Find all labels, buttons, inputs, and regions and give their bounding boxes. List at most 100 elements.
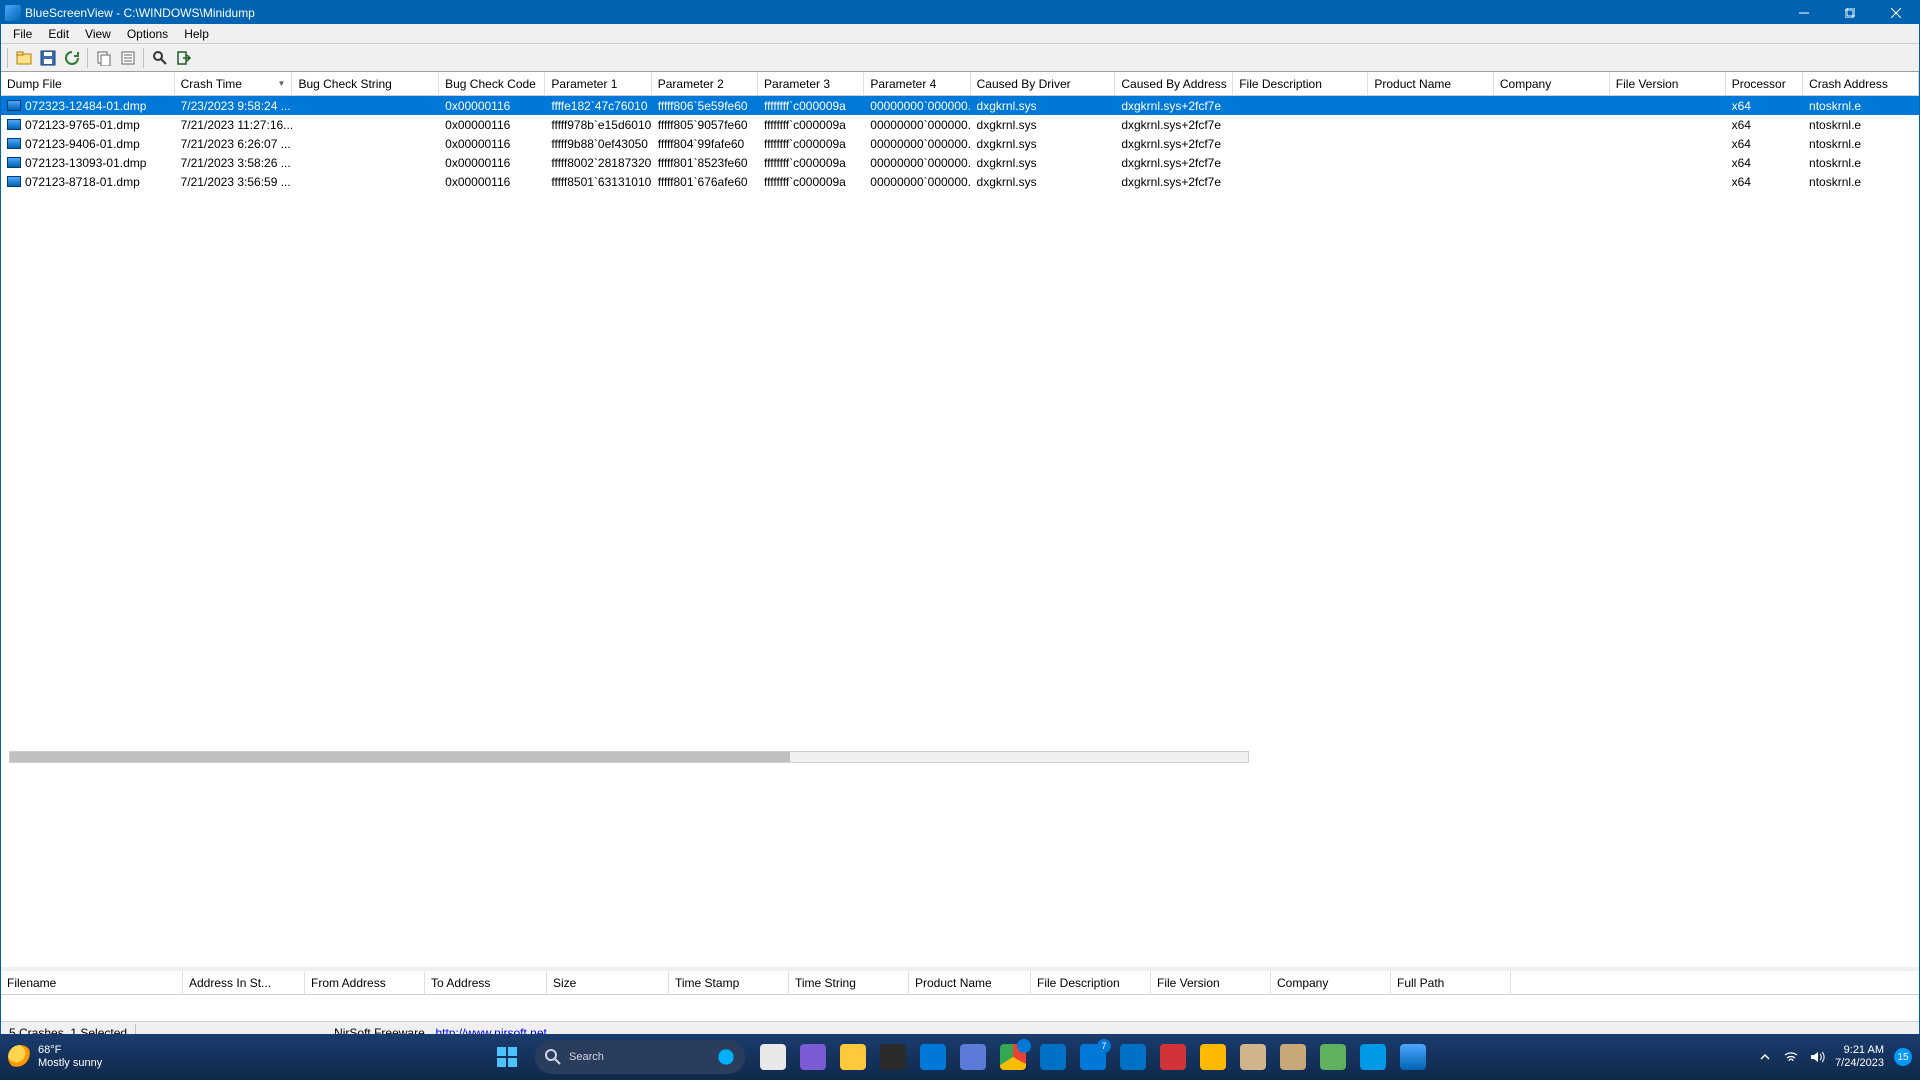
dump-file-icon <box>7 176 21 187</box>
table-row[interactable]: 072123-13093-01.dmp7/21/2023 3:58:26 ...… <box>1 153 1919 172</box>
upper-list-pane[interactable]: Dump FileCrash Time▼Bug Check StringBug … <box>1 72 1919 967</box>
column-header[interactable]: Product Name <box>909 971 1031 994</box>
copy-button[interactable] <box>93 47 115 69</box>
column-header[interactable]: Product Name <box>1368 72 1494 95</box>
table-cell: ntoskrnl.e <box>1803 175 1919 189</box>
taskbar-app-green[interactable] <box>1313 1037 1353 1077</box>
taskbar-app-yellow[interactable] <box>1193 1037 1233 1077</box>
taskbar-calculator[interactable] <box>913 1037 953 1077</box>
toolbar-sep3 <box>143 48 145 68</box>
taskbar-task-view[interactable] <box>753 1037 793 1077</box>
title-bar[interactable]: BlueScreenView - C:\WINDOWS\Minidump <box>1 1 1919 24</box>
column-header[interactable]: Caused By Address <box>1115 72 1233 95</box>
weather-desc: Mostly sunny <box>38 1057 102 1070</box>
horizontal-scrollbar[interactable] <box>9 751 1249 763</box>
volume-icon[interactable] <box>1809 1049 1825 1065</box>
scrollbar-thumb[interactable] <box>10 752 790 762</box>
menu-file[interactable]: File <box>5 25 40 43</box>
taskbar-chrome[interactable] <box>993 1037 1033 1077</box>
column-header[interactable]: Parameter 3 <box>758 72 864 95</box>
minimize-button[interactable] <box>1781 1 1827 24</box>
column-header[interactable]: Size <box>547 971 669 994</box>
column-header[interactable]: Parameter 1 <box>545 72 651 95</box>
column-header[interactable]: From Address <box>305 971 425 994</box>
clock-time: 9:21 AM <box>1835 1044 1884 1057</box>
calendar-icon <box>1120 1044 1146 1070</box>
column-header[interactable]: Filename <box>1 971 183 994</box>
table-cell: ffffffff`c000009a <box>758 175 864 189</box>
table-row[interactable]: 072123-8718-01.dmp7/21/2023 3:56:59 ...0… <box>1 172 1919 191</box>
taskbar-phone-link[interactable]: 7 <box>1073 1037 1113 1077</box>
notification-icon[interactable]: 15 <box>1894 1048 1912 1066</box>
table-cell: dxgkrnl.sys <box>971 137 1116 151</box>
taskbar-app-tan2[interactable] <box>1273 1037 1313 1077</box>
taskbar-get-help[interactable] <box>1353 1037 1393 1077</box>
taskbar-chat[interactable] <box>793 1037 833 1077</box>
table-cell: ffffffff`c000009a <box>758 118 864 132</box>
exit-button[interactable] <box>173 47 195 69</box>
maximize-button[interactable] <box>1827 1 1873 24</box>
column-header[interactable]: Bug Check String <box>292 72 439 95</box>
menu-help[interactable]: Help <box>176 25 217 43</box>
taskbar-app-m[interactable] <box>953 1037 993 1077</box>
file-explorer-icon <box>840 1044 866 1070</box>
wifi-icon[interactable] <box>1783 1049 1799 1065</box>
column-header[interactable]: Parameter 2 <box>652 72 758 95</box>
table-cell: x64 <box>1726 175 1803 189</box>
column-header[interactable]: Company <box>1494 72 1610 95</box>
weather-widget[interactable]: 68°F Mostly sunny <box>0 1044 200 1070</box>
menu-view[interactable]: View <box>77 25 119 43</box>
badge <box>1017 1039 1031 1053</box>
close-button[interactable] <box>1873 1 1919 24</box>
column-header[interactable]: Processor <box>1726 72 1803 95</box>
lower-list-pane[interactable]: FilenameAddress In St...From AddressTo A… <box>1 967 1919 1021</box>
refresh-button[interactable] <box>61 47 83 69</box>
badge: 7 <box>1097 1039 1111 1053</box>
table-row[interactable]: 072123-9406-01.dmp7/21/2023 6:26:07 ...0… <box>1 134 1919 153</box>
column-header[interactable]: Full Path <box>1391 971 1511 994</box>
taskbar-clock[interactable]: 9:21 AM 7/24/2023 <box>1835 1044 1884 1070</box>
taskbar-copilot[interactable] <box>873 1037 913 1077</box>
find-button[interactable] <box>149 47 171 69</box>
taskbar-app-red[interactable] <box>1153 1037 1193 1077</box>
column-header[interactable]: Crash Time▼ <box>175 72 293 95</box>
column-header[interactable]: Dump File <box>1 72 175 95</box>
taskbar-app-tan1[interactable] <box>1233 1037 1273 1077</box>
tray-chevron-icon[interactable] <box>1757 1049 1773 1065</box>
menu-edit[interactable]: Edit <box>40 25 77 43</box>
column-header[interactable]: To Address <box>425 971 547 994</box>
column-header[interactable]: File Description <box>1233 72 1368 95</box>
open-button[interactable] <box>13 47 35 69</box>
table-row[interactable]: 072123-9765-01.dmp7/21/2023 11:27:16...0… <box>1 115 1919 134</box>
calculator-icon <box>920 1044 946 1070</box>
start-button[interactable] <box>487 1037 527 1077</box>
column-header[interactable]: File Version <box>1610 72 1726 95</box>
toolbar-sep <box>7 48 9 68</box>
taskbar-bluescreenview[interactable] <box>1393 1037 1433 1077</box>
save-button[interactable] <box>37 47 59 69</box>
column-header[interactable]: Time Stamp <box>669 971 789 994</box>
column-header[interactable]: Bug Check Code <box>439 72 545 95</box>
bing-icon[interactable] <box>717 1048 735 1066</box>
table-cell: fffff8501`63131010 <box>545 175 651 189</box>
table-cell: ffffffff`c000009a <box>758 99 864 113</box>
column-header[interactable]: Time String <box>789 971 909 994</box>
taskbar-mail[interactable] <box>1033 1037 1073 1077</box>
taskbar-file-explorer[interactable] <box>833 1037 873 1077</box>
column-header[interactable]: Crash Address <box>1803 72 1919 95</box>
properties-button[interactable] <box>117 47 139 69</box>
taskbar-center: Search 7 <box>487 1037 1433 1077</box>
table-cell: 072123-8718-01.dmp <box>1 175 175 189</box>
column-header[interactable]: Company <box>1271 971 1391 994</box>
column-header[interactable]: Address In St... <box>183 971 305 994</box>
taskbar-calendar[interactable] <box>1113 1037 1153 1077</box>
table-row[interactable]: 072323-12484-01.dmp7/23/2023 9:58:24 ...… <box>1 96 1919 115</box>
taskbar-search[interactable]: Search <box>535 1040 745 1074</box>
table-cell: 0x00000116 <box>439 118 545 132</box>
menu-options[interactable]: Options <box>119 25 176 43</box>
column-header[interactable]: File Version <box>1151 971 1271 994</box>
column-header[interactable]: Parameter 4 <box>864 72 970 95</box>
column-header[interactable]: File Description <box>1031 971 1151 994</box>
column-header[interactable]: Caused By Driver <box>971 72 1116 95</box>
taskbar[interactable]: 68°F Mostly sunny Search 7 9:21 AM 7/24/… <box>0 1034 1920 1080</box>
